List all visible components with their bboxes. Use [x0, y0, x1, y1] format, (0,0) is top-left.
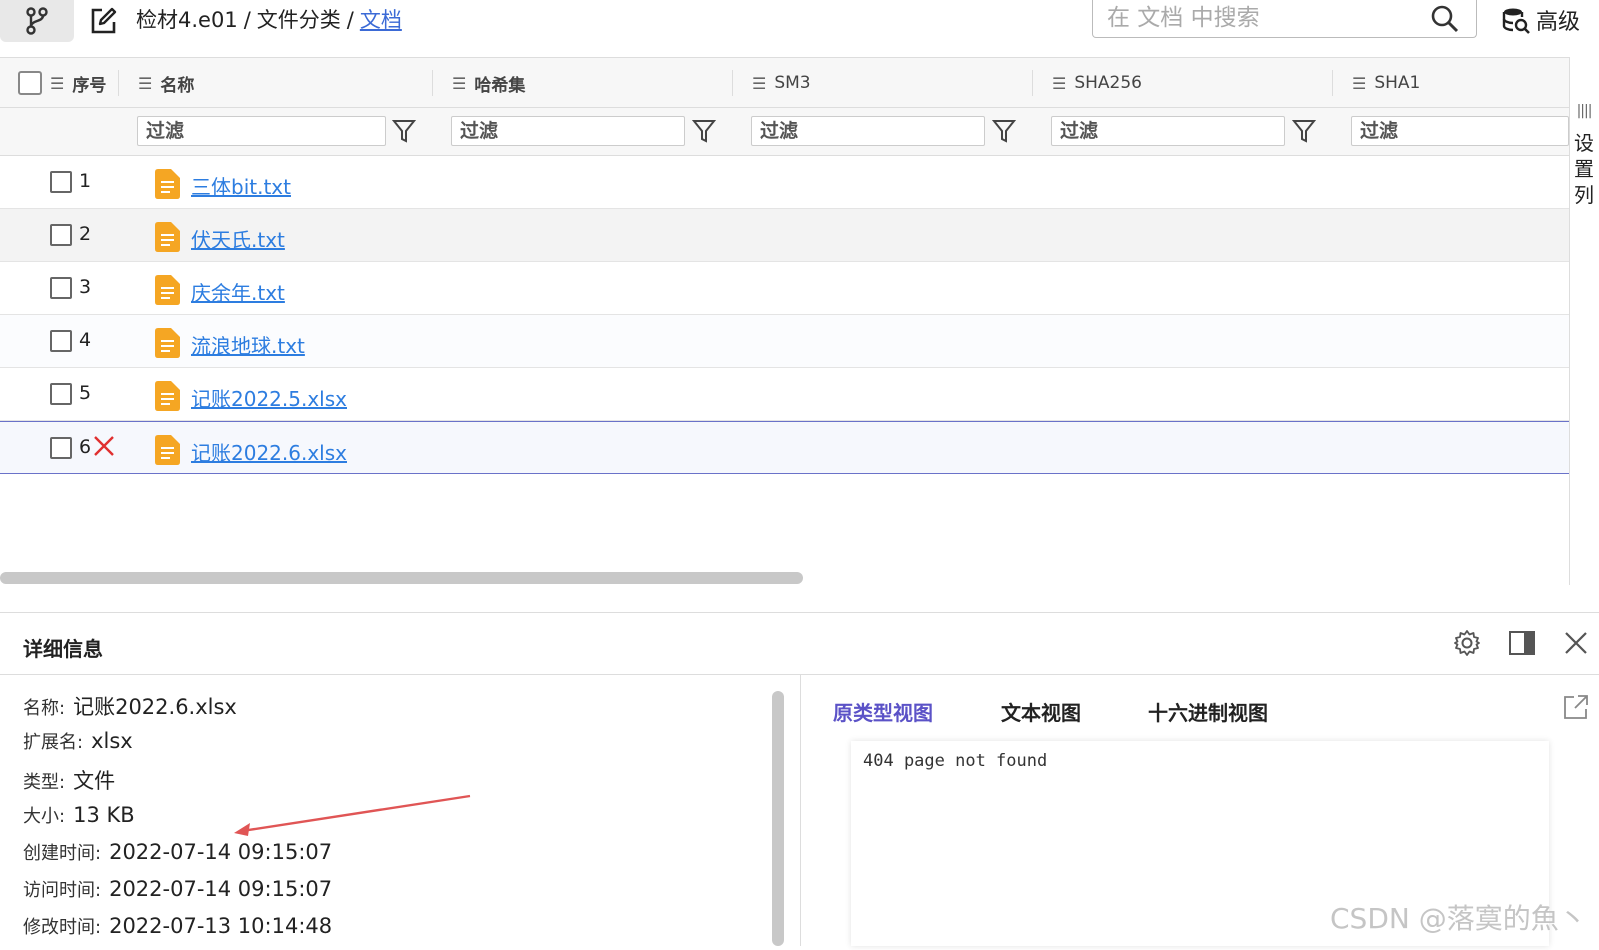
table-row-selected[interactable]: 6 记账2022.6.xlsx: [0, 421, 1569, 474]
row-index: 5: [79, 382, 92, 404]
column-divider[interactable]: [118, 70, 119, 96]
branch-icon: [26, 7, 48, 35]
advanced-search-icon: [1502, 8, 1530, 34]
external-link-icon[interactable]: [1562, 693, 1590, 721]
row-checkbox[interactable]: [50, 330, 72, 352]
details-panel: 详细信息 名称: 记账2022.6.xlsx 扩展名: xlsx 类型: 文件 大小:…: [0, 612, 1599, 946]
file-name-link[interactable]: 记账2022.6.xlsx: [191, 437, 347, 466]
row-index: 3: [79, 276, 92, 298]
filter-input-name[interactable]: [137, 116, 386, 146]
file-icon: [155, 381, 180, 411]
table-row[interactable]: 4 流浪地球.txt: [0, 315, 1569, 368]
row-checkbox[interactable]: [50, 437, 72, 459]
tab-hex-view[interactable]: 十六进制视图: [1148, 697, 1268, 726]
row-checkbox[interactable]: [50, 171, 72, 193]
table-header: ☰ 序号 ☰ 名称 ☰ 哈希集 ☰ SM3 ☰ SHA256 ☰ SHA1: [0, 58, 1569, 108]
list-icon: ☰: [1052, 73, 1067, 93]
search-box: [1092, 0, 1477, 38]
row-index: 2: [79, 223, 92, 245]
file-icon: [155, 328, 180, 358]
horizontal-scrollbar[interactable]: [0, 572, 803, 584]
filter-input-sha256[interactable]: [1051, 116, 1285, 146]
column-divider[interactable]: [432, 70, 433, 96]
row-index: 6: [79, 436, 92, 458]
vertical-scrollbar[interactable]: [772, 691, 784, 946]
close-icon[interactable]: [1563, 630, 1589, 656]
search-input[interactable]: [1107, 2, 1407, 34]
column-divider[interactable]: [732, 70, 733, 96]
row-checkbox[interactable]: [50, 224, 72, 246]
property-name: 名称: 记账2022.6.xlsx: [23, 695, 237, 719]
property-modified: 修改时间: 2022-07-13 10:14:48: [23, 914, 333, 938]
file-name-link[interactable]: 庆余年.txt: [191, 277, 285, 306]
row-index: 4: [79, 329, 92, 351]
column-divider[interactable]: [1332, 70, 1333, 96]
file-name-link[interactable]: 伏天氏.txt: [191, 224, 285, 253]
delete-mark-icon: [94, 436, 114, 456]
filter-input-sha1[interactable]: [1351, 116, 1569, 146]
file-table: ☰ 序号 ☰ 名称 ☰ 哈希集 ☰ SM3 ☰ SHA256 ☰ SHA1 过滤…: [0, 57, 1569, 585]
table-row[interactable]: 5 记账2022.5.xlsx: [0, 368, 1569, 421]
filter-input-hashset[interactable]: [451, 116, 685, 146]
breadcrumb-item-case[interactable]: 检材4.e01: [136, 8, 238, 32]
annotation-arrow: [234, 794, 471, 836]
file-icon: [155, 435, 180, 465]
top-bar: 检材4.e01/文件分类/文档 高级: [0, 0, 1599, 44]
advanced-search-button[interactable]: 高级: [1502, 2, 1580, 38]
column-header-sm3[interactable]: ☰ SM3: [752, 58, 811, 108]
column-settings-button[interactable]: |||| 设 置 列: [1574, 98, 1594, 208]
advanced-label: 高级: [1536, 10, 1581, 35]
filter-icon[interactable]: [992, 118, 1016, 144]
file-name-link[interactable]: 流浪地球.txt: [191, 330, 305, 359]
filter-icon[interactable]: [392, 118, 416, 144]
breadcrumb: 检材4.e01/文件分类 / 文档: [136, 8, 402, 32]
details-title: 详细信息: [23, 637, 103, 661]
table-row[interactable]: 2 伏天氏.txt: [0, 209, 1569, 262]
list-icon: ☰: [50, 73, 65, 93]
edit-icon[interactable]: [88, 6, 118, 36]
file-name-link[interactable]: 三体bit.txt: [191, 171, 291, 200]
watermark: CSDN @落寞的魚丶: [1330, 902, 1587, 935]
column-header-index[interactable]: ☰ 序号: [18, 58, 106, 108]
breadcrumb-item-category[interactable]: 文件分类: [257, 8, 341, 32]
row-checkbox[interactable]: [50, 383, 72, 405]
property-accessed: 访问时间: 2022-07-14 09:15:07: [23, 877, 333, 901]
pane-divider[interactable]: [800, 675, 801, 946]
split-view-icon[interactable]: [1508, 630, 1536, 656]
filter-row: [0, 108, 1569, 156]
table-body: 1 三体bit.txt 2 伏天氏.txt 3 庆余年.txt 4 流浪地球.t…: [0, 156, 1569, 474]
list-icon: ☰: [452, 73, 467, 93]
filter-icon[interactable]: [692, 118, 716, 144]
file-icon: [155, 275, 180, 305]
property-extension: 扩展名: xlsx: [23, 729, 133, 753]
row-checkbox[interactable]: [50, 277, 72, 299]
columns-icon: ||||: [1576, 103, 1593, 119]
branch-button[interactable]: [0, 0, 74, 42]
file-icon: [155, 222, 180, 252]
file-icon: [155, 169, 180, 199]
column-header-sha256[interactable]: ☰ SHA256: [1052, 58, 1142, 108]
list-icon: ☰: [1352, 73, 1367, 93]
select-all-checkbox[interactable]: [18, 71, 42, 95]
gear-icon[interactable]: [1453, 629, 1481, 657]
file-name-link[interactable]: 记账2022.5.xlsx: [191, 383, 347, 412]
list-icon: ☰: [752, 73, 767, 93]
tab-native-view[interactable]: 原类型视图: [833, 697, 933, 726]
property-created: 创建时间: 2022-07-14 09:15:07: [23, 840, 333, 864]
search-icon[interactable]: [1430, 4, 1460, 34]
column-divider[interactable]: [1032, 70, 1033, 96]
table-row[interactable]: 3 庆余年.txt: [0, 262, 1569, 315]
list-icon: ☰: [138, 73, 153, 93]
filter-icon[interactable]: [1292, 118, 1316, 144]
column-header-name[interactable]: ☰ 名称: [138, 58, 194, 108]
column-header-hashset[interactable]: ☰ 哈希集: [452, 58, 525, 108]
filter-input-sm3[interactable]: [751, 116, 985, 146]
tab-text-view[interactable]: 文本视图: [1001, 697, 1081, 726]
row-index: 1: [79, 170, 92, 192]
table-row[interactable]: 1 三体bit.txt: [0, 156, 1569, 209]
column-header-sha1[interactable]: ☰ SHA1: [1352, 58, 1420, 108]
breadcrumb-item-current[interactable]: 文档: [360, 8, 402, 32]
viewer-text: 404 page not found: [863, 751, 1048, 771]
